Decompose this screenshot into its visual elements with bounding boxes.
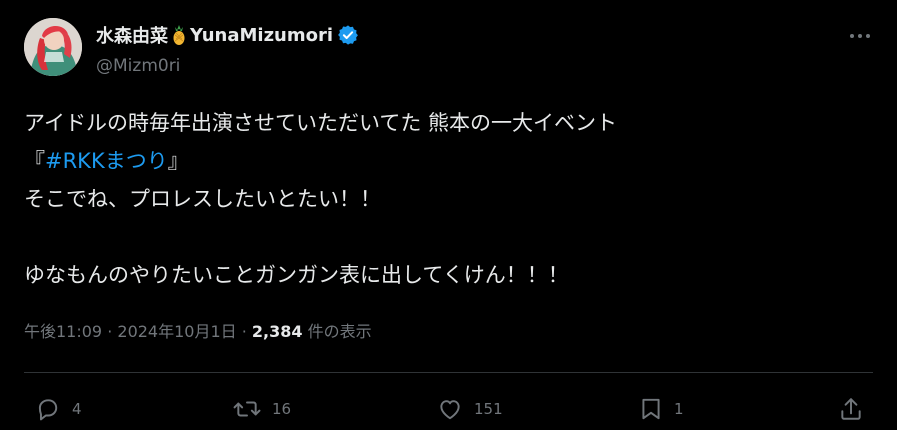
more-button[interactable] <box>840 22 880 46</box>
bookmark-count: 1 <box>674 400 684 418</box>
reply-button[interactable]: 4 <box>34 394 82 424</box>
repost-count: 16 <box>272 400 292 418</box>
tweet: 水森由菜 YunaMizumori @Mizm0ri アイドルの時毎年出演させて… <box>0 0 897 429</box>
share-button[interactable] <box>838 394 864 424</box>
reply-count: 4 <box>72 400 82 418</box>
views-label: 件の表示 <box>302 322 372 341</box>
repost-button[interactable]: 16 <box>232 394 291 424</box>
display-name-latin[interactable]: YunaMizumori <box>190 25 333 46</box>
post-line: そこでね、プロレスしたいとたい！！ <box>24 187 381 211</box>
avatar[interactable] <box>24 18 82 76</box>
hashtag-link[interactable]: #RKKまつり <box>45 149 168 173</box>
meta-separator: · <box>236 322 252 341</box>
post-date[interactable]: 2024年10月1日 <box>117 322 236 341</box>
pineapple-icon <box>170 24 188 46</box>
reply-icon <box>34 396 62 422</box>
post-line: ゆなもんのやりたいことガンガン表に出してくけん！！！ <box>24 263 569 287</box>
post-line-hashtag: 『#RKKまつり』 <box>24 142 874 180</box>
verified-icon <box>337 24 359 46</box>
more-icon <box>848 25 872 44</box>
post-line-empty <box>24 218 874 256</box>
share-icon <box>838 395 864 423</box>
post-text: アイドルの時毎年出演させていただいてた 熊本の一大イベント 『#RKKまつり』 … <box>24 104 874 294</box>
display-name[interactable]: 水森由菜 <box>96 22 168 48</box>
like-count: 151 <box>474 400 503 418</box>
like-button[interactable]: 151 <box>436 394 503 424</box>
action-bar: 4 16 151 1 <box>0 390 897 430</box>
author-handle[interactable]: @Mizm0ri <box>96 56 180 76</box>
bookmark-icon <box>638 395 664 423</box>
author-name-row: 水森由菜 YunaMizumori <box>96 22 359 48</box>
bracket-close: 』 <box>167 149 189 173</box>
post-line: アイドルの時毎年出演させていただいてた 熊本の一大イベント <box>24 111 617 135</box>
divider <box>24 372 873 373</box>
views-count: 2,384 <box>251 322 303 341</box>
meta-separator: · <box>102 322 118 341</box>
bracket-open: 『 <box>24 149 45 173</box>
post-meta: 午後11:09 · 2024年10月1日 · 2,384 件の表示 <box>24 318 372 342</box>
bookmark-button[interactable]: 1 <box>638 394 684 424</box>
like-icon <box>436 396 464 422</box>
post-time[interactable]: 午後11:09 <box>24 322 102 341</box>
repost-icon <box>232 396 262 422</box>
